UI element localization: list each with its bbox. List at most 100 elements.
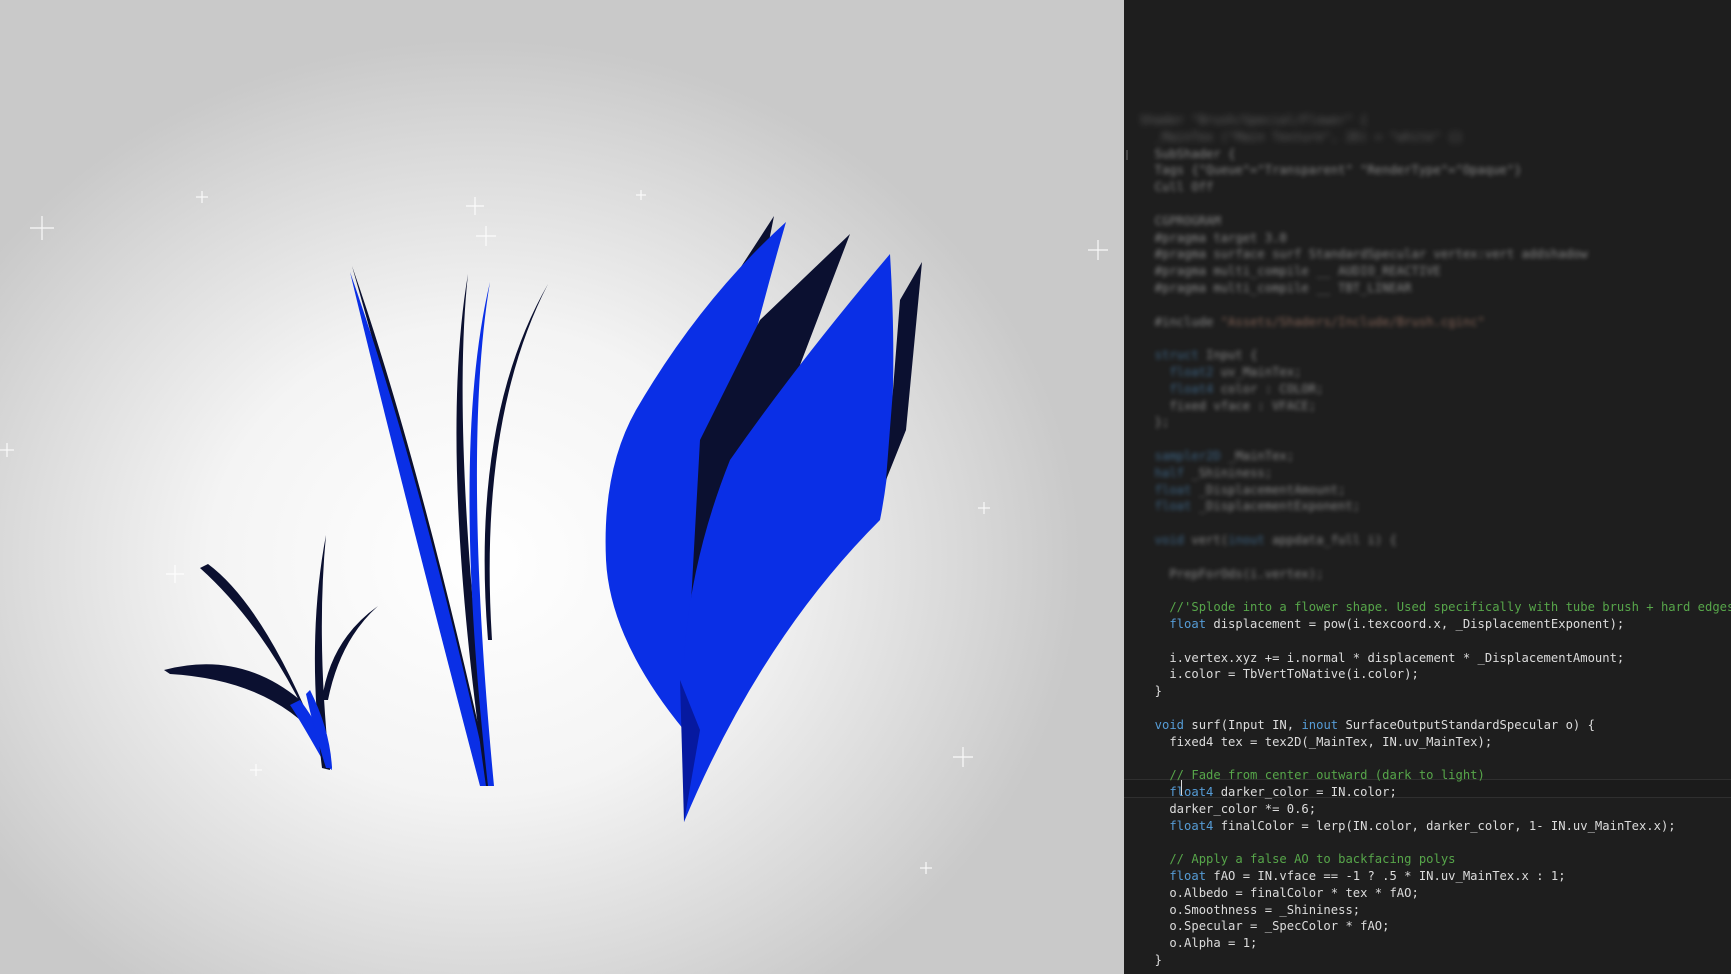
code-line[interactable]: }; <box>1140 414 1170 431</box>
code-token: _DisplacementExponent; <box>1198 499 1361 514</box>
code-line[interactable]: float2 uv_MainTex; <box>1140 364 1301 381</box>
code-token: fixed4 tex = tex2D(_MainTex, IN.uv_MainT… <box>1140 734 1493 749</box>
code-line[interactable]: darker_color *= 0.6; <box>1140 801 1316 818</box>
sparkles <box>0 190 1108 874</box>
code-line[interactable]: o.Alpha = 1; <box>1140 935 1257 952</box>
text-caret <box>1181 780 1182 795</box>
code-line[interactable]: fixed vface : VFACE; <box>1140 398 1316 415</box>
code-token: "Assets/Shaders/Include/Brush.cginc" <box>1220 314 1485 329</box>
code-editor[interactable]: Shader "Brush/Special/Flower" { _MainTex… <box>1124 0 1731 974</box>
sparkle-icon <box>1088 240 1108 260</box>
code-token: fAO = IN.vface == -1 ? .5 * IN.uv_MainTe… <box>1213 869 1566 883</box>
code-token: #pragma multi_compile __ TBT_LINEAR <box>1140 281 1412 295</box>
code-line[interactable]: float4 finalColor = lerp(IN.color, darke… <box>1140 818 1676 835</box>
code-token: o.Alpha = 1; <box>1140 936 1258 951</box>
code-line[interactable]: i.vertex.xyz += i.normal * displacement … <box>1140 650 1624 667</box>
code-token: appdata_full i) { <box>1272 533 1397 547</box>
code-line[interactable]: //'Splode into a flower shape. Used spec… <box>1140 599 1731 616</box>
code-line[interactable]: float displacement = pow(i.texcoord.x, _… <box>1140 616 1624 633</box>
code-token: o.Albedo = finalColor * tex * fAO; <box>1140 885 1419 900</box>
sparkle-icon <box>636 190 646 200</box>
code-token: float4 <box>1140 381 1221 396</box>
code-token: _Shininess; <box>1191 465 1273 480</box>
code-line[interactable]: #pragma multi_compile __ TBT_LINEAR <box>1140 280 1412 297</box>
code-token: surf(Input IN, <box>1191 717 1302 732</box>
code-token: SurfaceOutputStandardSpecular o) { <box>1345 717 1595 732</box>
code-line[interactable]: PrepForOds(i.vertex); <box>1140 566 1323 583</box>
code-token: #pragma target 3.0 <box>1140 230 1287 245</box>
code-line[interactable]: #include "Assets/Shaders/Include/Brush.c… <box>1140 314 1485 331</box>
code-token: displacement = pow(i.texcoord.x, _Displa… <box>1213 617 1625 631</box>
code-line[interactable]: sampler2D _MainTex; <box>1140 448 1294 465</box>
code-token: void <box>1140 533 1192 547</box>
code-token: i.color = TbVertToNative(i.color); <box>1140 667 1419 682</box>
sparkle-icon <box>953 747 973 767</box>
code-token: inout <box>1301 717 1346 732</box>
code-line[interactable]: fixed4 tex = tex2D(_MainTex, IN.uv_MainT… <box>1140 734 1492 751</box>
small-grass-tuft <box>164 535 378 770</box>
code-line[interactable]: void vert(inout appdata_full i) { <box>1140 532 1397 549</box>
code-token: float <box>1140 617 1214 631</box>
code-token: //'Splode into a flower shape. Used spec… <box>1140 600 1731 615</box>
code-token: Input { <box>1206 348 1258 363</box>
code-line[interactable]: float4 darker_color = IN.color; <box>1140 784 1396 801</box>
blue-flower <box>605 216 922 822</box>
code-line[interactable]: o.Specular = _SpecColor * fAO; <box>1140 918 1389 935</box>
sparkle-icon <box>466 197 484 215</box>
code-line[interactable]: CGPROGRAM <box>1140 213 1221 230</box>
code-line[interactable]: float _DisplacementAmount; <box>1140 482 1346 499</box>
code-line[interactable]: float fAO = IN.vface == -1 ? .5 * IN.uv_… <box>1140 868 1566 885</box>
sparkle-icon <box>476 226 496 246</box>
code-line[interactable]: // Fade from center outward (dark to lig… <box>1140 767 1485 784</box>
sparkle-icon <box>196 191 208 203</box>
code-token: #pragma surface surf StandardSpecular ve… <box>1140 247 1588 262</box>
sparkle-icon <box>978 502 990 514</box>
code-token: } <box>1140 953 1163 967</box>
code-token: SubShader { <box>1140 146 1236 161</box>
code-line[interactable]: half _Shininess; <box>1140 465 1272 482</box>
gutter-fold-marker <box>1126 150 1128 160</box>
code-token: uv_MainTex; <box>1220 365 1302 379</box>
code-line[interactable]: void surf(Input IN, inout SurfaceOutputS… <box>1140 717 1595 734</box>
code-line[interactable]: } <box>1140 952 1162 969</box>
code-line[interactable]: Tags {"Queue"="Transparent" "RenderType"… <box>1140 162 1522 179</box>
code-line[interactable]: #pragma surface surf StandardSpecular ve… <box>1140 246 1588 263</box>
code-token: color : COLOR; <box>1220 381 1324 396</box>
code-token: vert( <box>1191 533 1229 547</box>
code-token: float <box>1140 482 1199 497</box>
code-token: o.Smoothness = _Shininess; <box>1140 902 1361 917</box>
sparkle-icon <box>920 862 932 874</box>
code-line[interactable]: o.Smoothness = _Shininess; <box>1140 902 1360 919</box>
code-token: Tags {"Queue"="Transparent" "RenderType"… <box>1140 163 1522 178</box>
code-token: Cull Off <box>1140 180 1214 195</box>
viewport-3d-scene <box>0 0 1124 974</box>
code-token: } <box>1140 684 1163 699</box>
code-token: #include <box>1140 314 1221 329</box>
code-line[interactable]: // Apply a false AO to backfacing polys <box>1140 851 1455 868</box>
code-line[interactable]: Cull Off <box>1140 179 1214 196</box>
code-token: #pragma multi_compile __ AUDIO_REACTIVE <box>1140 264 1441 279</box>
code-token: darker_color *= 0.6; <box>1140 801 1317 816</box>
code-line[interactable]: o.Albedo = finalColor * tex * fAO; <box>1140 885 1419 902</box>
tall-grass-blades <box>350 266 548 786</box>
code-line[interactable]: float4 color : COLOR; <box>1140 381 1323 398</box>
code-token: inout <box>1228 533 1273 547</box>
sparkle-icon <box>30 216 54 240</box>
code-token: _DisplacementAmount; <box>1198 482 1346 497</box>
code-token: _MainTex ("Main Texture", 2D) = "white" … <box>1140 129 1463 144</box>
code-token: float <box>1140 499 1199 514</box>
code-token: finalColor = lerp(IN.color, darker_color… <box>1220 818 1676 833</box>
code-token: float4 <box>1140 818 1221 833</box>
code-token: float <box>1140 869 1214 883</box>
code-line[interactable]: i.color = TbVertToNative(i.color); <box>1140 666 1419 683</box>
code-line[interactable]: float _DisplacementExponent; <box>1140 498 1360 515</box>
code-line[interactable]: Shader "Brush/Special/Flower" { <box>1140 112 1367 129</box>
code-line[interactable]: #pragma target 3.0 <box>1140 230 1287 247</box>
code-token: i.vertex.xyz += i.normal * displacement … <box>1140 650 1625 665</box>
code-token: float2 <box>1140 365 1221 379</box>
code-line[interactable]: struct Input { <box>1140 347 1258 364</box>
code-line[interactable]: _MainTex ("Main Texture", 2D) = "white" … <box>1140 129 1463 146</box>
code-line[interactable]: #pragma multi_compile __ AUDIO_REACTIVE <box>1140 263 1441 280</box>
code-line[interactable]: SubShader { <box>1140 146 1236 163</box>
code-line[interactable]: } <box>1140 683 1162 700</box>
